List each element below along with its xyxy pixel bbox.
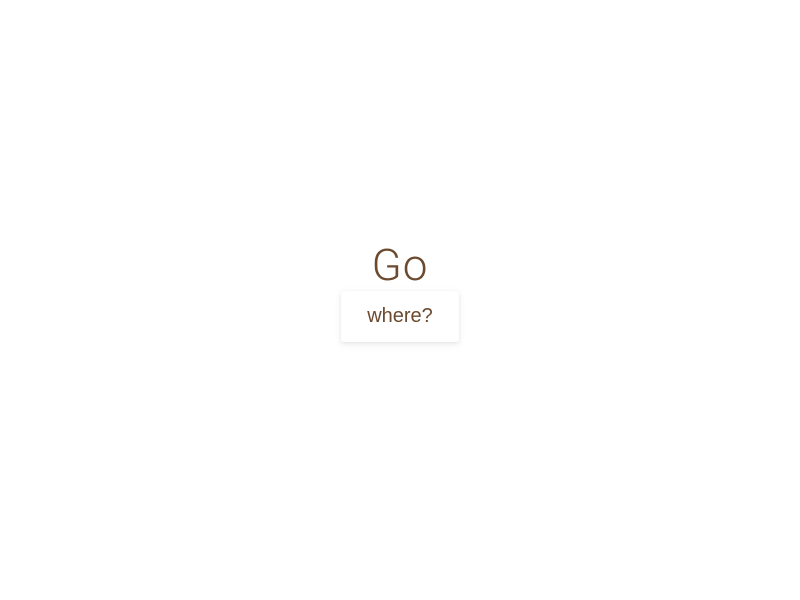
where-button[interactable]: where? bbox=[341, 291, 459, 342]
main-container: Go where? bbox=[341, 239, 459, 342]
page-title: Go bbox=[372, 239, 429, 291]
